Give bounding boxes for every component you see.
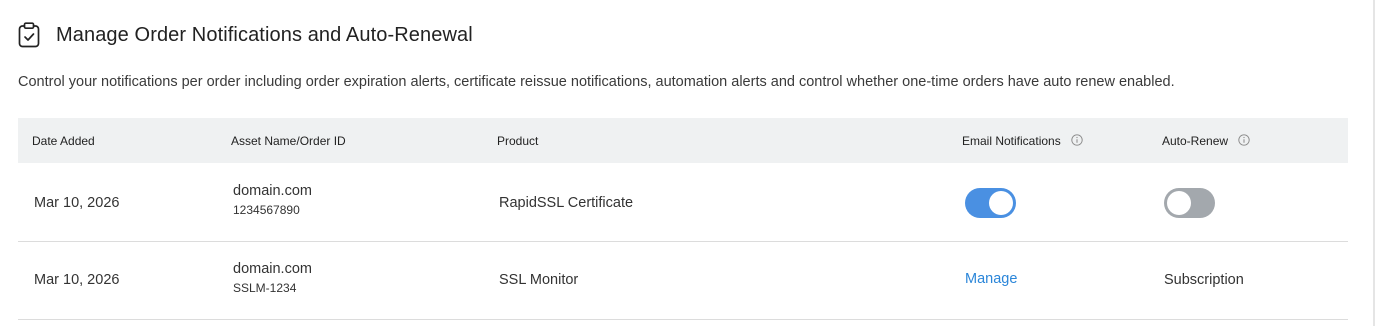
column-header-product[interactable]: Product: [497, 134, 538, 148]
column-header-auto-renew: Auto-Renew: [1162, 134, 1250, 148]
column-header-auto-renew-label: Auto-Renew: [1162, 134, 1229, 148]
clipboard-check-icon: [18, 22, 40, 48]
info-icon[interactable]: [1238, 134, 1250, 146]
column-header-date-added[interactable]: Date Added: [32, 134, 95, 148]
table-header: Date Added Asset Name/Order ID Product E…: [18, 118, 1348, 163]
page-description: Control your notifications per order inc…: [18, 74, 1175, 90]
asset-cell: domain.com 1234567890: [233, 183, 312, 217]
order-id: 1234567890: [233, 203, 300, 217]
auto-renew-text: Subscription: [1164, 272, 1244, 288]
info-icon[interactable]: [1071, 134, 1083, 146]
column-header-asset[interactable]: Asset Name/Order ID: [231, 134, 346, 148]
asset-cell: domain.com SSLM-1234: [233, 261, 312, 295]
toggle-knob: [1167, 191, 1191, 215]
product-cell: RapidSSL Certificate: [499, 195, 634, 211]
asset-name: domain.com: [233, 261, 312, 277]
column-header-email-notifications: Email Notifications: [962, 134, 1083, 148]
email-notifications-toggle[interactable]: [965, 188, 1016, 218]
table-row: Mar 10, 2026 domain.com 1234567890 Rapid…: [18, 163, 1348, 242]
date-added-cell: Mar 10, 2026: [34, 272, 120, 288]
auto-renew-toggle[interactable]: [1164, 188, 1215, 218]
column-header-email-notifications-label: Email Notifications: [962, 134, 1061, 148]
manage-notifications-link[interactable]: Manage: [965, 271, 1017, 287]
table-row: Mar 10, 2026 domain.com SSLM-1234 SSL Mo…: [18, 242, 1348, 320]
page-title: Manage Order Notifications and Auto-Rene…: [56, 23, 473, 46]
page-header: Manage Order Notifications and Auto-Rene…: [18, 22, 473, 48]
order-id: SSLM-1234: [233, 281, 297, 295]
orders-table: Date Added Asset Name/Order ID Product E…: [18, 118, 1348, 320]
asset-name: domain.com: [233, 183, 312, 199]
product-cell: SSL Monitor: [499, 272, 579, 288]
date-added-cell: Mar 10, 2026: [34, 195, 120, 211]
toggle-knob: [989, 191, 1013, 215]
